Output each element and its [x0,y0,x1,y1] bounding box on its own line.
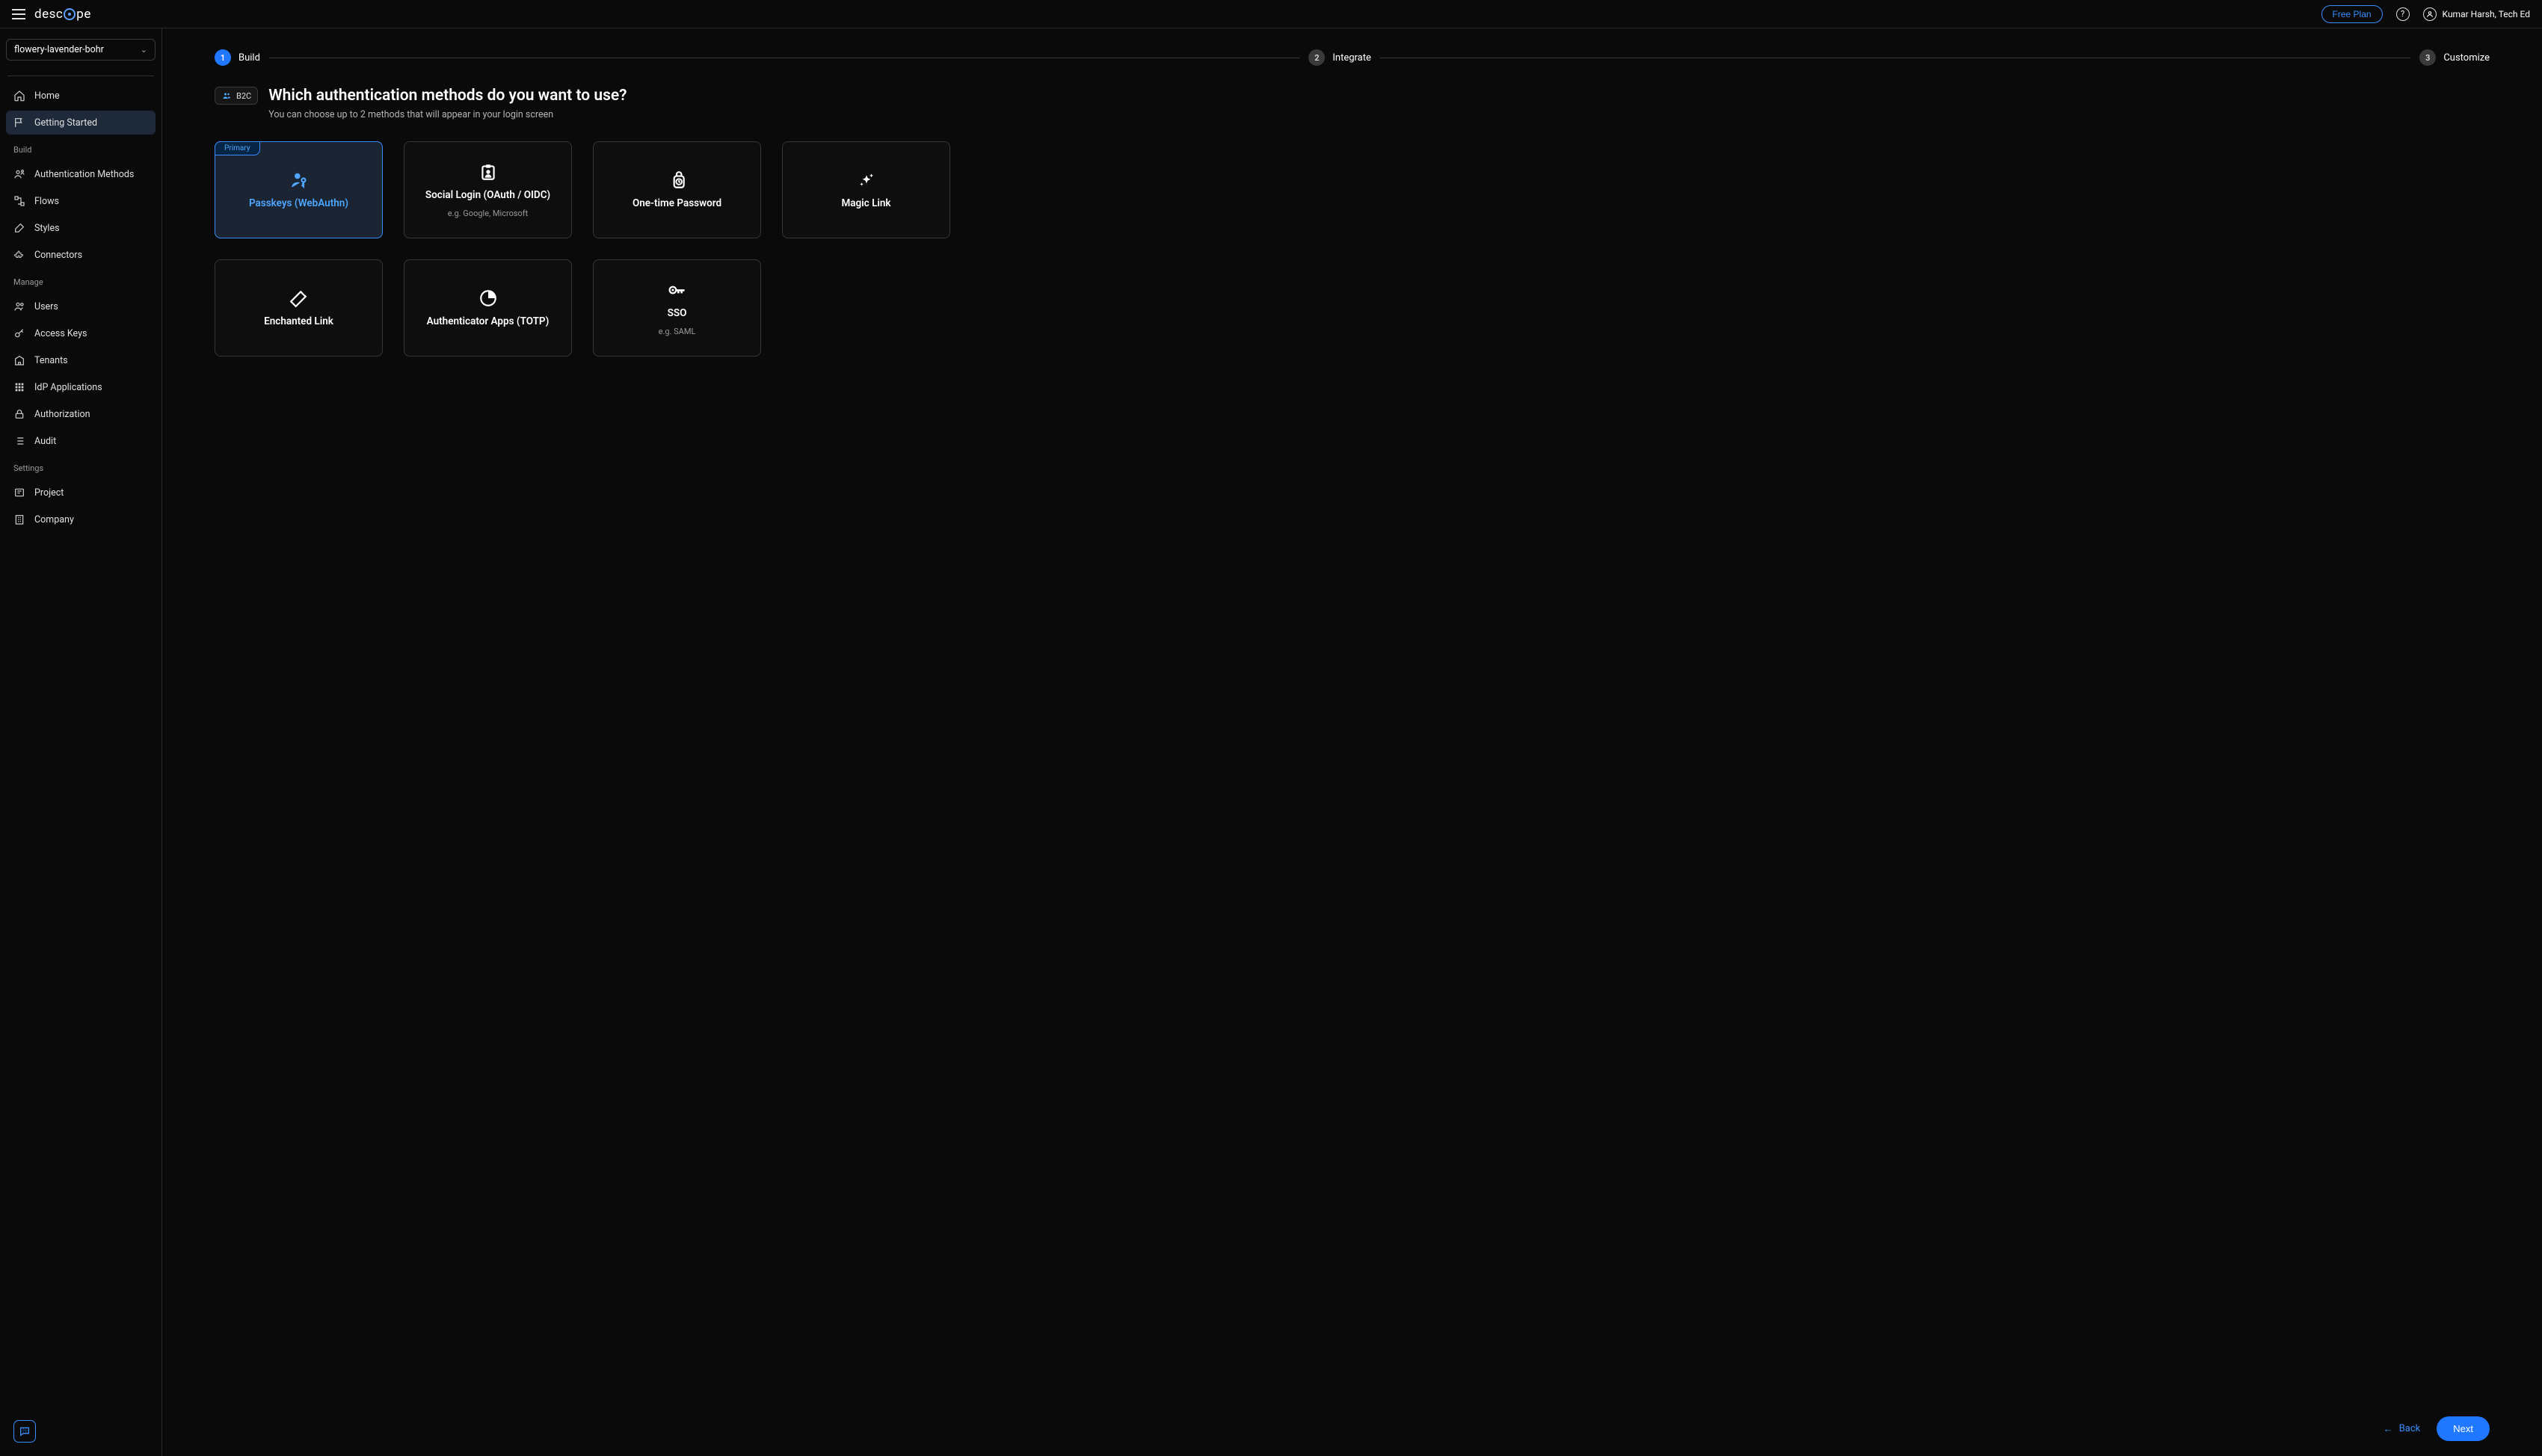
list-icon [13,435,25,447]
sidebar-item-getting-started[interactable]: Getting Started [6,111,156,135]
card-sso[interactable]: SSO e.g. SAML [593,259,761,357]
wand-icon [289,289,309,308]
sidebar-section-build: Build [6,138,156,159]
sidebar-item-label: Connectors [34,250,82,261]
card-title: Social Login (OAuth / OIDC) [425,189,550,201]
sidebar-item-label: IdP Applications [34,382,102,393]
lock-icon [13,408,25,420]
sidebar-item-tenants[interactable]: Tenants [6,348,156,372]
sidebar-section-settings: Settings [6,456,156,478]
sidebar-item-company[interactable]: Company [6,508,156,531]
arrow-left-icon: ← [2383,1423,2393,1435]
logo: descpe [34,7,91,22]
office-icon [13,513,25,525]
card-subtitle: e.g. Google, Microsoft [448,209,528,218]
project-selector[interactable]: flowery-lavender-bohr ⌄ [6,39,156,61]
help-icon[interactable]: ? [2396,7,2410,21]
primary-badge: Primary [215,141,260,155]
sidebar-item-label: Authorization [34,409,90,420]
sparkles-icon [857,170,876,190]
folder-icon [13,487,25,499]
step-customize[interactable]: 3 Customize [2419,49,2490,66]
sidebar-item-flows[interactable]: Flows [6,189,156,213]
user-avatar-icon [2423,7,2437,21]
next-button[interactable]: Next [2437,1416,2490,1441]
page-title: Which authentication methods do you want… [268,87,627,105]
card-title: Magic Link [841,197,890,209]
key-icon [13,327,25,339]
chat-support-button[interactable]: (•) [13,1420,36,1443]
sidebar-item-access-keys[interactable]: Access Keys [6,321,156,345]
sidebar-item-label: Project [34,487,64,499]
card-enchanted-link[interactable]: Enchanted Link [215,259,383,357]
sidebar-item-label: Styles [34,223,60,234]
card-title: One-time Password [633,197,721,209]
shield-user-icon [13,168,25,180]
timelapse-icon [478,289,498,308]
sidebar-item-label: Tenants [34,355,68,366]
home-icon [13,90,25,102]
menu-toggle[interactable] [12,9,25,19]
grid-apps-icon [13,381,25,393]
card-title: Passkeys (WebAuthn) [249,197,348,209]
sidebar: flowery-lavender-bohr ⌄ Home Getting Sta… [0,28,162,1456]
wizard-stepper: 1 Build 2 Integrate 3 Customize [215,49,2490,66]
wizard-footer: ← Back Next [2383,1416,2490,1441]
sidebar-item-label: Access Keys [34,328,87,339]
brush-icon [13,222,25,234]
card-social-login[interactable]: Social Login (OAuth / OIDC) e.g. Google,… [404,141,572,238]
passkey-icon [289,170,309,190]
people-icon [221,90,232,101]
user-name-label: Kumar Harsh, Tech Ed [2443,9,2530,19]
sidebar-item-label: Authentication Methods [34,169,134,180]
card-subtitle: e.g. SAML [659,327,696,336]
sidebar-item-label: Flows [34,196,59,207]
card-totp[interactable]: Authenticator Apps (TOTP) [404,259,572,357]
sidebar-item-styles[interactable]: Styles [6,216,156,240]
step-integrate[interactable]: 2 Integrate [1308,49,1371,66]
sidebar-item-label: Audit [34,436,56,447]
card-otp[interactable]: One-time Password [593,141,761,238]
clock-lock-icon [668,170,687,190]
free-plan-button[interactable]: Free Plan [2321,5,2383,23]
sidebar-item-auth-methods[interactable]: Authentication Methods [6,162,156,186]
users-icon [13,300,25,312]
card-title: Enchanted Link [264,315,333,327]
step-build[interactable]: 1 Build [215,49,260,66]
project-name-label: flowery-lavender-bohr [14,44,104,55]
card-title: Authenticator Apps (TOTP) [427,315,550,327]
sidebar-item-audit[interactable]: Audit [6,429,156,453]
audience-chip: B2C [215,87,258,105]
sidebar-item-connectors[interactable]: Connectors [6,243,156,267]
building-icon [13,354,25,366]
sidebar-item-users[interactable]: Users [6,294,156,318]
sidebar-item-home[interactable]: Home [6,84,156,108]
chevron-down-icon: ⌄ [141,45,147,55]
sidebar-item-label: Home [34,90,60,102]
sidebar-section-manage: Manage [6,270,156,291]
auth-methods-grid: Primary Passkeys (WebAuthn) Social Login… [215,141,2490,357]
key-horizontal-icon [668,280,687,300]
back-button[interactable]: ← Back [2383,1423,2421,1435]
sidebar-item-project[interactable]: Project [6,481,156,505]
puzzle-icon [13,249,25,261]
sidebar-item-label: Getting Started [34,117,97,129]
main-content: 1 Build 2 Integrate 3 Customize [162,28,2542,1456]
card-title: SSO [668,307,687,319]
sidebar-item-authorization[interactable]: Authorization [6,402,156,426]
sidebar-item-idp-apps[interactable]: IdP Applications [6,375,156,399]
sidebar-item-label: Users [34,301,58,312]
sidebar-item-label: Company [34,514,74,525]
page-subtitle: You can choose up to 2 methods that will… [268,109,627,120]
card-magic-link[interactable]: Magic Link [782,141,950,238]
svg-text:(•): (•) [22,1428,27,1434]
flag-icon [13,117,25,129]
card-passkeys[interactable]: Primary Passkeys (WebAuthn) [215,141,383,238]
id-badge-icon [478,162,498,182]
flow-icon [13,195,25,207]
user-menu[interactable]: Kumar Harsh, Tech Ed [2423,7,2530,21]
